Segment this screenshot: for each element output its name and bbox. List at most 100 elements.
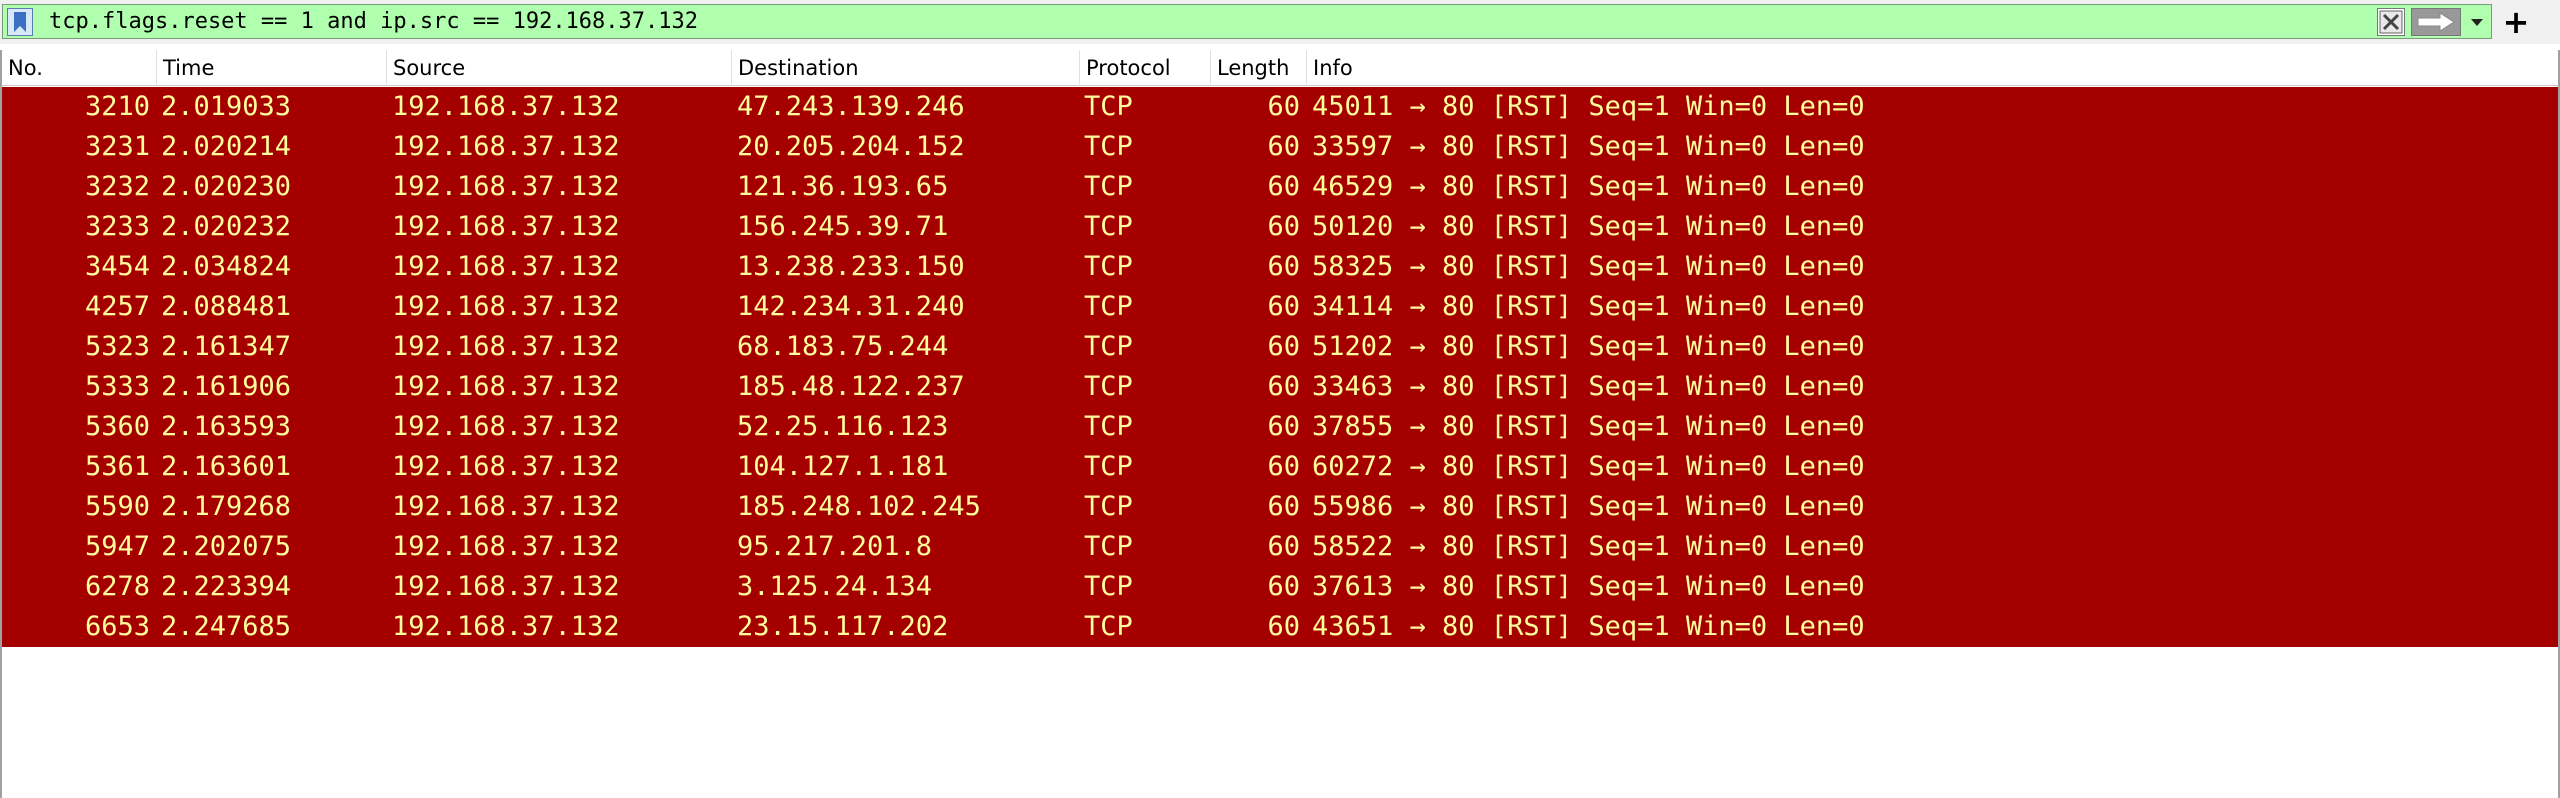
- packet-source: 192.168.37.132: [392, 291, 620, 322]
- packet-info: 33597 → 80 [RST] Seq=1 Win=0 Len=0: [1312, 131, 1865, 162]
- packet-source: 192.168.37.132: [392, 131, 620, 162]
- packet-number: 5590: [84, 491, 150, 522]
- packet-number: 5947: [84, 531, 150, 562]
- packet-source: 192.168.37.132: [392, 491, 620, 522]
- table-row[interactable]: 3210 2.019033 192.168.37.132 47.243.139.246…: [2, 87, 2558, 127]
- packet-info: 37855 → 80 [RST] Seq=1 Win=0 Len=0: [1312, 411, 1865, 442]
- table-row[interactable]: 3233 2.020232 192.168.37.132 156.245.39.71 T…: [2, 207, 2558, 247]
- packet-protocol: TCP: [1084, 251, 1133, 282]
- table-row[interactable]: 4257 2.088481 192.168.37.132 142.234.31.240…: [2, 287, 2558, 327]
- column-header-source[interactable]: Source: [387, 50, 732, 86]
- table-row[interactable]: 5590 2.179268 192.168.37.132 185.248.102.24…: [2, 487, 2558, 527]
- packet-time: 2.088481: [161, 291, 292, 322]
- column-header-no[interactable]: No.: [2, 50, 157, 86]
- apply-filter-button[interactable]: [2411, 8, 2461, 36]
- packet-protocol: TCP: [1084, 611, 1133, 642]
- table-row[interactable]: 3454 2.034824 192.168.37.132 13.238.233.150…: [2, 247, 2558, 287]
- packet-length: 60: [1267, 211, 1300, 242]
- packet-time: 2.179268: [161, 491, 292, 522]
- packet-number: 3233: [84, 211, 150, 242]
- table-row[interactable]: 3231 2.020214 192.168.37.132 20.205.204.152…: [2, 127, 2558, 167]
- arrow-right-icon: [2417, 12, 2455, 32]
- packet-info: 60272 → 80 [RST] Seq=1 Win=0 Len=0: [1312, 451, 1865, 482]
- plus-icon: +: [2502, 3, 2530, 41]
- packet-destination: 104.127.1.181: [737, 451, 949, 482]
- packet-time: 2.020230: [161, 171, 292, 202]
- packet-number: 5361: [84, 451, 150, 482]
- column-header-protocol[interactable]: Protocol: [1080, 50, 1211, 86]
- packet-info: 55986 → 80 [RST] Seq=1 Win=0 Len=0: [1312, 491, 1865, 522]
- packet-source: 192.168.37.132: [392, 371, 620, 402]
- packet-length: 60: [1267, 91, 1300, 122]
- column-header-time[interactable]: Time: [157, 50, 387, 86]
- packet-destination: 47.243.139.246: [737, 91, 965, 122]
- packet-number: 6653: [84, 611, 150, 642]
- table-row[interactable]: 6278 2.223394 192.168.37.132 3.125.24.134 TC…: [2, 567, 2558, 607]
- packet-number: 3232: [84, 171, 150, 202]
- packet-info: 33463 → 80 [RST] Seq=1 Win=0 Len=0: [1312, 371, 1865, 402]
- packet-info: 37613 → 80 [RST] Seq=1 Win=0 Len=0: [1312, 571, 1865, 602]
- packet-number: 6278: [84, 571, 150, 602]
- packet-protocol: TCP: [1084, 331, 1133, 362]
- table-row[interactable]: 5361 2.163601 192.168.37.132 104.127.1.181 T…: [2, 447, 2558, 487]
- column-header-info[interactable]: Info: [1307, 50, 2558, 86]
- packet-length: 60: [1267, 451, 1300, 482]
- packet-length: 60: [1267, 251, 1300, 282]
- packet-length: 60: [1267, 491, 1300, 522]
- packet-destination: 68.183.75.244: [737, 331, 949, 362]
- packet-protocol: TCP: [1084, 171, 1133, 202]
- packet-time: 2.163593: [161, 411, 292, 442]
- column-header-length[interactable]: Length: [1211, 50, 1307, 86]
- packet-time: 2.223394: [161, 571, 292, 602]
- table-row[interactable]: 5333 2.161906 192.168.37.132 185.48.122.237…: [2, 367, 2558, 407]
- display-filter-input[interactable]: tcp.flags.reset == 1 and ip.src == 192.1…: [2, 4, 2492, 39]
- display-filter-toolbar: tcp.flags.reset == 1 and ip.src == 192.1…: [0, 0, 2560, 44]
- packet-source: 192.168.37.132: [392, 571, 620, 602]
- add-filter-button[interactable]: +: [2496, 4, 2536, 40]
- packet-source: 192.168.37.132: [392, 251, 620, 282]
- filter-expression[interactable]: tcp.flags.reset == 1 and ip.src == 192.1…: [49, 8, 698, 36]
- packet-destination: 95.217.201.8: [737, 531, 933, 562]
- packet-source: 192.168.37.132: [392, 91, 620, 122]
- table-row[interactable]: 5323 2.161347 192.168.37.132 68.183.75.244 T…: [2, 327, 2558, 367]
- table-row[interactable]: 5947 2.202075 192.168.37.132 95.217.201.8 TC…: [2, 527, 2558, 567]
- clear-filter-button[interactable]: [2377, 8, 2405, 36]
- packet-list-header: No. Time Source Destination Protocol Len…: [2, 50, 2558, 86]
- packet-length: 60: [1267, 611, 1300, 642]
- packet-source: 192.168.37.132: [392, 531, 620, 562]
- table-row[interactable]: 6653 2.247685 192.168.37.132 23.15.117.202 T…: [2, 607, 2558, 647]
- packet-rows: 3210 2.019033 192.168.37.132 47.243.139.246…: [2, 87, 2558, 647]
- packet-length: 60: [1267, 371, 1300, 402]
- packet-destination: 13.238.233.150: [737, 251, 965, 282]
- table-row[interactable]: 5360 2.163593 192.168.37.132 52.25.116.123 T…: [2, 407, 2558, 447]
- packet-destination: 185.48.122.237: [737, 371, 965, 402]
- packet-source: 192.168.37.132: [392, 611, 620, 642]
- packet-time: 2.161347: [161, 331, 292, 362]
- table-row[interactable]: 3232 2.020230 192.168.37.132 121.36.193.65 T…: [2, 167, 2558, 207]
- packet-destination: 121.36.193.65: [737, 171, 949, 202]
- packet-protocol: TCP: [1084, 531, 1133, 562]
- packet-time: 2.034824: [161, 251, 292, 282]
- packet-info: 58325 → 80 [RST] Seq=1 Win=0 Len=0: [1312, 251, 1865, 282]
- packet-length: 60: [1267, 531, 1300, 562]
- packet-destination: 52.25.116.123: [737, 411, 949, 442]
- packet-number: 4257: [84, 291, 150, 322]
- packet-time: 2.020232: [161, 211, 292, 242]
- packet-number: 3210: [84, 91, 150, 122]
- column-header-destination[interactable]: Destination: [732, 50, 1080, 86]
- packet-source: 192.168.37.132: [392, 211, 620, 242]
- packet-source: 192.168.37.132: [392, 411, 620, 442]
- packet-number: 3231: [84, 131, 150, 162]
- packet-protocol: TCP: [1084, 91, 1133, 122]
- packet-source: 192.168.37.132: [392, 331, 620, 362]
- packet-number: 3454: [84, 251, 150, 282]
- filter-history-dropdown[interactable]: [2465, 8, 2489, 36]
- packet-list: No. Time Source Destination Protocol Len…: [0, 50, 2560, 798]
- packet-time: 2.161906: [161, 371, 292, 402]
- packet-protocol: TCP: [1084, 131, 1133, 162]
- packet-info: 46529 → 80 [RST] Seq=1 Win=0 Len=0: [1312, 171, 1865, 202]
- packet-length: 60: [1267, 411, 1300, 442]
- packet-info: 58522 → 80 [RST] Seq=1 Win=0 Len=0: [1312, 531, 1865, 562]
- packet-protocol: TCP: [1084, 451, 1133, 482]
- bookmark-icon[interactable]: [7, 8, 33, 36]
